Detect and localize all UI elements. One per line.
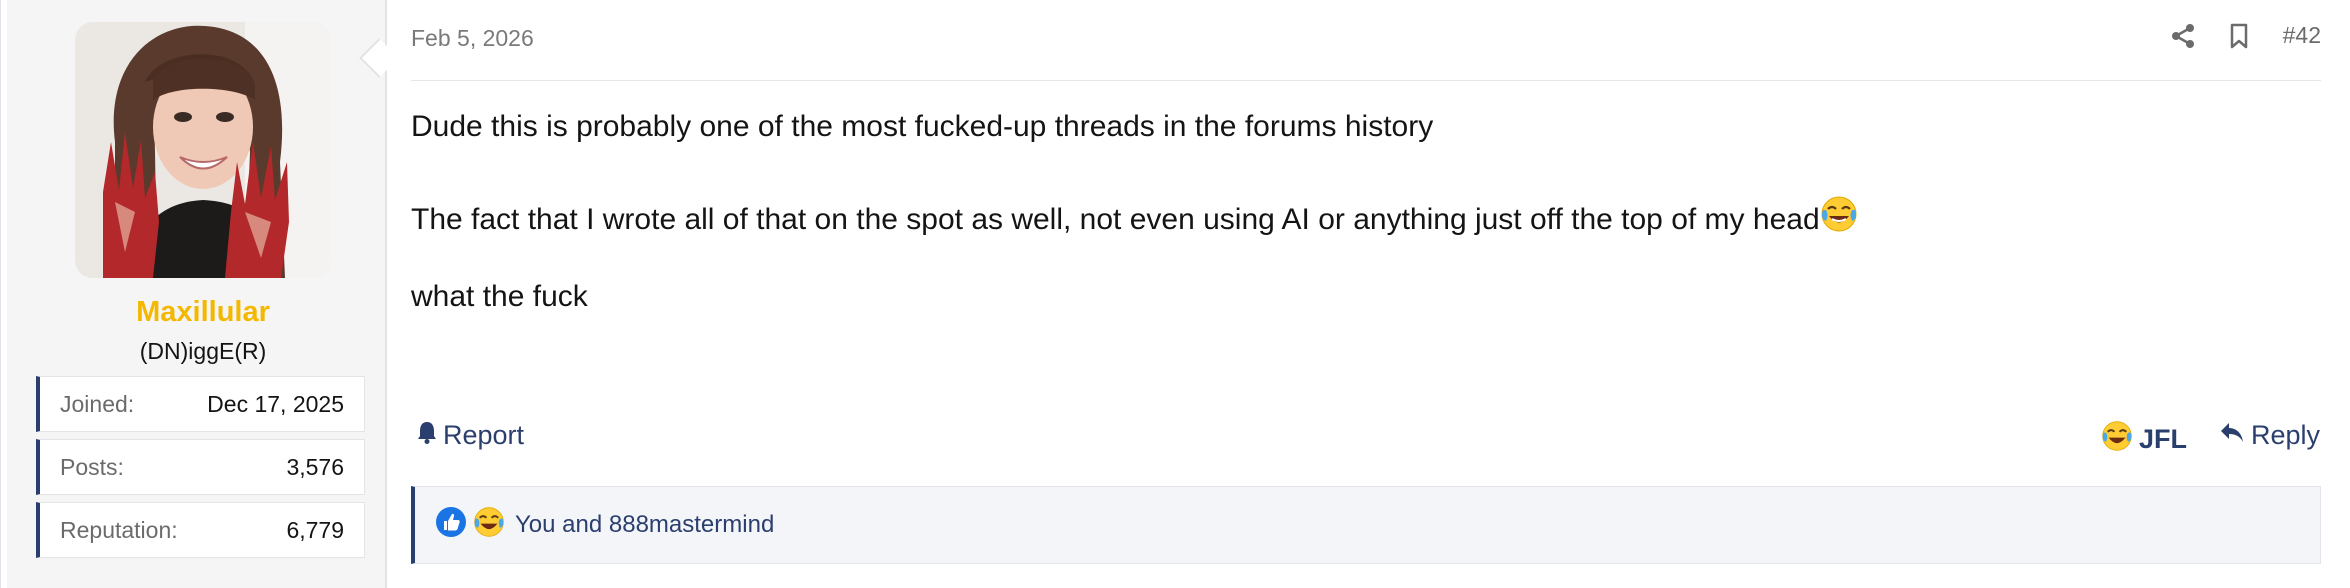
message-line: what the fuck	[411, 280, 588, 313]
post-number[interactable]: #42	[2283, 22, 2321, 49]
bookmark-icon[interactable]	[2229, 23, 2249, 49]
stat-value: Dec 17, 2025	[207, 390, 344, 417]
report-label: Report	[443, 420, 525, 450]
user-title: (DN)iggE(R)	[139, 338, 267, 364]
reaction-button[interactable]: JFL	[2101, 420, 2187, 459]
user-sidebar: Maxillular (DN)iggE(R) Joined: Dec 17, 2…	[7, 0, 387, 588]
reply-button[interactable]: Reply	[2219, 420, 2320, 451]
message-text: The fact that I wrote all of that on the…	[411, 203, 1820, 236]
reactions-text[interactable]: You and 888mastermind	[515, 511, 774, 539]
reply-label: Reply	[2251, 420, 2321, 450]
message-line: The fact that I wrote all of that on the…	[411, 195, 1858, 241]
stat-label: Reputation:	[60, 516, 178, 543]
joy-emoji-icon	[1820, 195, 1858, 241]
stat-label: Joined:	[60, 390, 135, 417]
report-button[interactable]: Report	[417, 420, 524, 451]
avatar[interactable]	[75, 22, 331, 278]
stat-value: 3,576	[286, 453, 344, 480]
message-line: Dude this is probably one of the most fu…	[411, 110, 1434, 143]
avatar-image	[75, 22, 331, 278]
post-date[interactable]: Feb 5, 2026	[411, 25, 534, 52]
joy-emoji-icon	[473, 506, 505, 545]
header-divider	[411, 80, 2321, 81]
stat-posts: Posts: 3,576	[36, 439, 365, 495]
reaction-label: JFL	[2139, 424, 2188, 454]
stat-value: 6,779	[286, 516, 344, 543]
forum-post: Maxillular (DN)iggE(R) Joined: Dec 17, 2…	[0, 0, 2350, 588]
share-icon[interactable]	[2171, 23, 2195, 49]
like-icon	[435, 506, 467, 545]
stat-reputation: Reputation: 6,779	[36, 502, 365, 558]
stat-label: Posts:	[60, 453, 124, 480]
reactions-bar[interactable]: You and 888mastermind	[411, 486, 2321, 564]
joy-emoji-icon	[2101, 420, 2133, 459]
username[interactable]: Maxillular	[7, 296, 399, 329]
post-header-actions: #42	[2171, 22, 2321, 49]
reply-arrow-icon	[2219, 420, 2245, 451]
stat-joined: Joined: Dec 17, 2025	[36, 376, 365, 432]
bell-icon	[417, 420, 437, 451]
